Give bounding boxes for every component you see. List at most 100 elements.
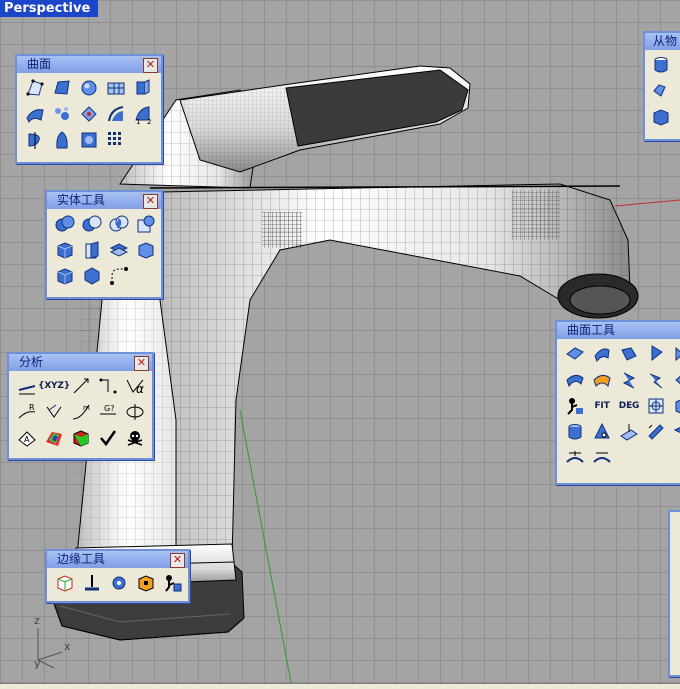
sphere-surface-button[interactable] [77,76,101,100]
sweep-surface-button[interactable] [77,102,101,126]
extract-surface-button[interactable] [53,238,77,262]
svg-text:A: A [24,435,30,444]
cap-planar-holes-button[interactable] [80,238,104,262]
match-surface-button[interactable] [590,368,614,392]
sweep-2-rails-button[interactable]: 12 [131,102,155,126]
close-icon[interactable]: ✕ [143,194,158,209]
merge-surface-button[interactable] [617,368,641,392]
surface-toolbar-title[interactable]: 曲面 ✕ [17,56,161,73]
object-intersection-button[interactable] [649,79,673,103]
zebra-analysis-button[interactable] [42,426,66,450]
offset-surface-2-button[interactable] [563,368,587,392]
rebuild-edges-button[interactable] [161,571,185,595]
boolean-intersection-button[interactable] [107,212,131,236]
curvature-button[interactable] [42,400,66,424]
boolean-split-button[interactable] [134,212,158,236]
rebuild-surface-button[interactable] [563,394,587,418]
geometric-continuity-button[interactable]: G? [96,400,120,424]
length-button[interactable] [69,374,93,398]
svg-text:G?: G? [104,404,114,413]
solid-cube-button[interactable] [53,264,77,288]
rail-revolve-button[interactable] [50,128,74,152]
curvature-graph-button[interactable]: m [69,400,93,424]
solid-box-button[interactable] [134,238,158,262]
patch-button[interactable] [77,128,101,152]
perspective-viewport[interactable]: Perspective z x y 曲面 ✕ 1 2 实体工具 ✕ 分析 ✕ {… [0,0,680,688]
viewport-title[interactable]: Perspective [0,0,99,17]
boolean-union-button[interactable] [53,212,77,236]
sweep-1-rail-button[interactable] [104,102,128,126]
show-edges-button[interactable] [53,571,77,595]
solid-tools-toolbar[interactable]: 实体工具 ✕ [45,190,163,299]
fillet-surface-button[interactable] [590,342,614,366]
rectangle-surface-button[interactable] [104,76,128,100]
draft-angle-button[interactable] [69,426,93,450]
surface-from-edges-button[interactable] [50,76,74,100]
edge-tools-toolbar-title[interactable]: 边缘工具 ✕ [47,551,188,568]
axis-x-label: x [64,640,71,653]
edge-tools-toolbar[interactable]: 边缘工具 ✕ [45,549,190,603]
from-object-toolbar[interactable]: 从物 [643,31,680,141]
symmetry-button[interactable] [671,368,680,392]
solid-tools-title-text: 实体工具 [57,193,106,207]
spin-tool-button[interactable] [671,420,680,444]
boolean-difference-button[interactable] [80,212,104,236]
surface-tools-toolbar[interactable]: 曲面工具 FIT DEG [555,320,680,485]
edge-tools-title-text: 边缘工具 [57,552,106,566]
surface-tools-toolbar-title[interactable]: 曲面工具 [557,322,680,339]
solid-tools-toolbar-title[interactable]: 实体工具 ✕ [47,192,161,209]
close-icon[interactable]: ✕ [143,58,158,73]
plane-tool-button[interactable] [617,420,641,444]
network-surface-button[interactable] [50,102,74,126]
check-objects-button[interactable] [96,426,120,450]
connect-surface-button[interactable] [644,368,668,392]
variable-fillet-button[interactable] [644,342,668,366]
fit-surface-button[interactable]: FIT [590,394,614,418]
contour-button[interactable] [649,105,673,129]
bend-up-button[interactable] [563,446,587,470]
split-edge-button[interactable] [80,571,104,595]
loft-button[interactable] [23,102,47,126]
fillet-edge-button[interactable] [107,264,131,288]
extrude-surface-button[interactable] [131,76,155,100]
chamfer-surface-button[interactable] [617,342,641,366]
point-grid-button[interactable] [104,128,128,152]
merge-edge-button[interactable] [107,571,131,595]
join-edges-button[interactable] [134,571,158,595]
offset-surface-button[interactable] [107,238,131,262]
angle-button[interactable]: α [123,374,147,398]
edit-uv-button[interactable] [644,394,668,418]
partial-toolbar-bottom-right[interactable] [668,510,680,677]
blend-surface-button[interactable] [671,342,680,366]
status-bar [0,683,680,689]
extract-isocurve-button[interactable] [649,53,673,77]
shrink-surface-button[interactable] [671,394,680,418]
bend-down-button[interactable] [590,446,614,470]
from-object-toolbar-title[interactable]: 从物 [645,33,680,50]
deviation-button[interactable] [123,400,147,424]
distance-button[interactable] [15,374,39,398]
radius-button[interactable] [96,374,120,398]
revolve-button[interactable] [23,128,47,152]
satellite-tool-button[interactable] [644,420,668,444]
cylinder-tool-button[interactable] [563,420,587,444]
axis-y-label: y [34,657,41,670]
duplicate-edge-button[interactable] [676,53,680,77]
close-icon[interactable]: ✕ [134,356,149,371]
extend-surface-button[interactable] [563,342,587,366]
change-degree-button[interactable]: DEG [617,394,641,418]
radius-r-button[interactable]: R [15,400,39,424]
svg-text:2: 2 [147,118,151,124]
solid-hex-button[interactable] [80,264,104,288]
surface-from-points-button[interactable] [23,76,47,100]
xyz-evaluate-button[interactable]: {XYZ} [38,374,70,398]
dimension-a-button[interactable]: A [15,426,39,450]
analysis-title-text: 分析 [19,355,44,369]
close-icon[interactable]: ✕ [170,553,185,568]
analysis-toolbar[interactable]: 分析 ✕ {XYZ} α R m G? A [7,352,154,460]
surface-toolbar-title-text: 曲面 [27,57,52,71]
cone-tool-button[interactable] [590,420,614,444]
analysis-toolbar-title[interactable]: 分析 ✕ [9,354,152,371]
naked-edges-skull-icon[interactable] [123,426,147,450]
surface-toolbar[interactable]: 曲面 ✕ 12 [15,54,163,164]
